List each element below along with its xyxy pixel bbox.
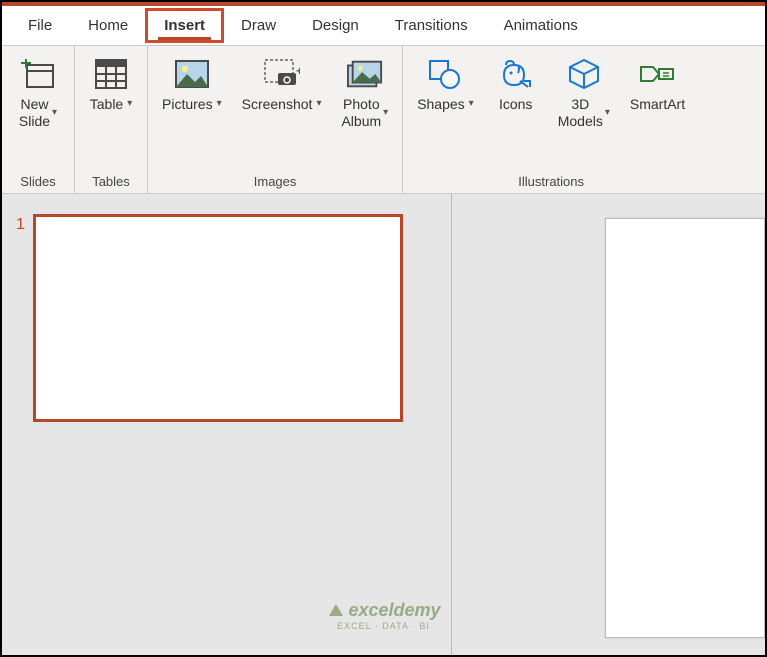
slide-thumbnail-row: 1 [16,214,437,422]
icons-button[interactable]: Icons [486,50,546,172]
screenshot-button[interactable]: + Screenshot▾ [234,50,330,172]
slide-canvas[interactable] [605,218,765,638]
shapes-button[interactable]: Shapes ▾ [409,50,482,172]
photo-album-label: Photo Album [341,96,381,130]
slide-editor-area [452,194,765,655]
icons-label: Icons [499,96,532,113]
tab-draw[interactable]: Draw [223,9,294,42]
slide-number: 1 [16,214,25,234]
chevron-down-icon: ▾ [469,98,474,110]
pictures-button[interactable]: Pictures ▾ [154,50,230,172]
group-illustrations: Shapes▾ Icons 3D Models▾ SmartArt [403,46,699,193]
smartart-button[interactable]: SmartArt [622,50,693,172]
tab-transitions[interactable]: Transitions [377,9,486,42]
table-label: Table [90,96,123,113]
icons-icon [498,56,534,92]
smartart-label: SmartArt [630,96,685,113]
new-slide-label: New Slide [19,96,50,130]
shapes-label: Shapes [417,96,464,113]
3d-models-label: 3D Models [558,96,603,130]
chevron-down-icon: ▾ [127,98,132,110]
workspace: 1 [2,194,765,655]
pictures-icon [174,56,210,92]
group-slides-label: Slides [8,172,68,191]
screenshot-icon: + [264,56,300,92]
screenshot-label: Screenshot [242,96,313,113]
chevron-down-icon: ▾ [217,98,222,110]
photo-album-icon [347,56,383,92]
watermark-subtitle: EXCEL · DATA · BI [337,621,430,631]
tab-file[interactable]: File [10,9,70,42]
3d-models-button[interactable]: 3D Models▾ [550,50,618,172]
group-images: Pictures▾ + Screenshot▾ Photo Album▾ Ima… [148,46,403,193]
tab-insert[interactable]: Insert [146,9,223,42]
tab-home[interactable]: Home [70,9,146,42]
watermark: exceldemy EXCEL · DATA · BI [326,600,440,631]
pictures-label: Pictures [162,96,213,113]
smartart-icon [639,56,675,92]
group-illustrations-label: Illustrations [409,172,693,191]
chevron-down-icon: ▾ [605,107,610,119]
cube-icon [566,56,602,92]
group-images-label: Images [154,172,396,191]
chevron-down-icon: ▾ [52,107,57,119]
slide-thumbnail[interactable] [33,214,403,422]
chevron-down-icon: ▾ [316,98,321,110]
shapes-icon [427,56,463,92]
group-tables: Table ▾ Tables [75,46,148,193]
photo-album-button[interactable]: Photo Album▾ [333,50,396,172]
table-icon [93,56,129,92]
group-tables-label: Tables [81,172,141,191]
chevron-down-icon: ▾ [383,107,388,119]
group-slides: New Slide▾ Slides [2,46,75,193]
svg-text:+: + [296,64,300,78]
new-slide-button[interactable]: New Slide▾ [8,50,68,172]
watermark-logo: exceldemy [326,600,440,621]
tab-animations[interactable]: Animations [486,9,596,42]
new-slide-icon [20,56,56,92]
tab-design[interactable]: Design [294,9,377,42]
slide-thumbnails-panel: 1 [2,194,452,655]
ribbon-tabs: File Home Insert Draw Design Transitions… [2,6,765,46]
watermark-name: exceldemy [348,600,440,621]
table-button[interactable]: Table ▾ [81,50,141,172]
ribbon: New Slide▾ Slides Table▾ Tables Pictures… [2,46,765,194]
